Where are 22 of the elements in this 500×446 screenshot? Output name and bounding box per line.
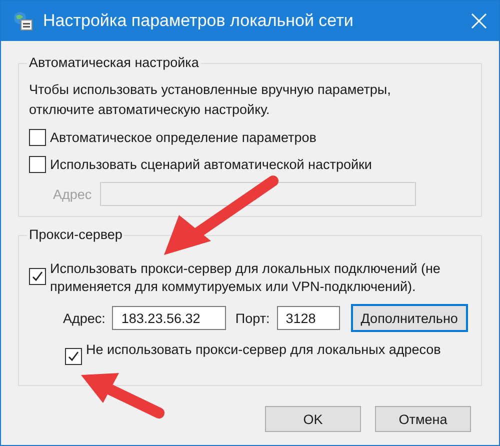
checkbox-label: Использовать прокси-сервер для локальных подключений (не применяется для коммутируемых или VPN-подключений). xyxy=(50,260,440,296)
field-label: Адрес: xyxy=(63,310,106,326)
cancel-button[interactable]: Отмена xyxy=(375,406,471,432)
checkbox-label: Использовать сценарий автоматической настройки xyxy=(50,156,372,174)
port-field[interactable]: 3128 xyxy=(276,306,340,330)
checkbox-label: Автоматическое определение параметров xyxy=(50,129,316,147)
advanced-button[interactable]: Дополнительно xyxy=(350,304,468,332)
close-icon[interactable] xyxy=(471,13,487,29)
instruction-text: Чтобы использовать установленные вручную параметры, отключите автоматическую настройку. xyxy=(29,81,392,119)
group-legend: Автоматическая настройка xyxy=(27,55,201,70)
group-legend: Прокси-сервер xyxy=(27,227,124,242)
checkbox[interactable] xyxy=(65,348,82,365)
network-settings-icon xyxy=(13,11,33,31)
checkbox[interactable] xyxy=(29,156,46,173)
address-field[interactable]: 183.23.56.32 xyxy=(112,306,226,330)
window-title: Настройка параметров локальной сети xyxy=(43,11,354,31)
field-label: Адрес xyxy=(53,186,92,202)
checkbox-label: Не использовать прокси-сервер для локальных адресов xyxy=(86,341,441,359)
checkbox[interactable] xyxy=(29,129,46,146)
checkbox[interactable] xyxy=(29,268,46,285)
field-label: Порт: xyxy=(235,310,270,326)
ok-button[interactable]: OK xyxy=(265,406,361,432)
